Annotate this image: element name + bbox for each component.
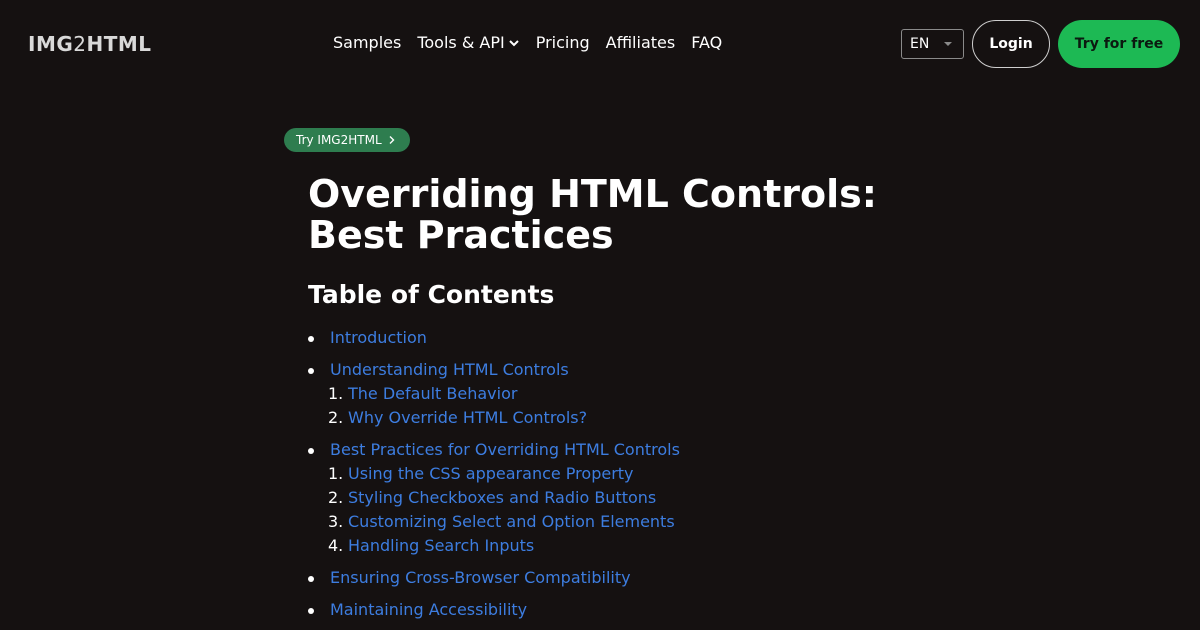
- toc-subitem: 2. Why Override HTML Controls?: [328, 406, 908, 430]
- toc-link-cross-browser[interactable]: Ensuring Cross-Browser Compatibility: [330, 568, 631, 587]
- toc-heading: Table of Contents: [308, 280, 555, 309]
- try-img2html-badge[interactable]: Try IMG2HTML: [284, 128, 410, 152]
- toc-link-css-appearance[interactable]: Using the CSS appearance Property: [348, 464, 634, 483]
- chevron-down-icon: [508, 39, 519, 46]
- toc-sublist: 1. Using the CSS appearance Property 2. St…: [328, 462, 908, 558]
- toc-subitem-number: 1.: [328, 464, 344, 483]
- toc-subitem: 1. The Default Behavior: [328, 382, 908, 406]
- nav-tools-api[interactable]: Tools & API: [417, 33, 519, 52]
- toc-link-checkboxes-radios[interactable]: Styling Checkboxes and Radio Buttons: [348, 488, 656, 507]
- login-button[interactable]: Login: [972, 20, 1050, 68]
- try-for-free-button[interactable]: Try for free: [1058, 20, 1180, 68]
- chevron-right-icon: [389, 136, 395, 144]
- page-title: Overriding HTML Controls: Best Practices: [308, 172, 877, 257]
- toc-link-accessibility[interactable]: Maintaining Accessibility: [330, 600, 527, 619]
- toc-link-default-behavior[interactable]: The Default Behavior: [348, 384, 517, 403]
- table-of-contents: Introduction Understanding HTML Controls…: [308, 326, 908, 630]
- toc-subitem-number: 2.: [328, 488, 344, 507]
- language-select[interactable]: EN: [901, 29, 964, 59]
- toc-subitem: 4. Handling Search Inputs: [328, 534, 908, 558]
- toc-link-search-inputs[interactable]: Handling Search Inputs: [348, 536, 534, 555]
- toc-subitem-number: 2.: [328, 408, 344, 427]
- nav-affiliates[interactable]: Affiliates: [606, 33, 676, 52]
- toc-link-select-option[interactable]: Customizing Select and Option Elements: [348, 512, 675, 531]
- main-nav: Samples Tools & API Pricing Affiliates F…: [333, 33, 722, 52]
- badge-label: Try IMG2HTML: [296, 133, 382, 147]
- nav-pricing[interactable]: Pricing: [536, 33, 590, 52]
- toc-item: Understanding HTML Controls 1. The Defaul…: [308, 358, 908, 430]
- toc-sublist: 1. The Default Behavior 2. Why Override HT…: [328, 382, 908, 430]
- toc-item: Maintaining Accessibility: [308, 598, 908, 622]
- toc-subitem: 3. Customizing Select and Option Elements: [328, 510, 908, 534]
- toc-link-introduction[interactable]: Introduction: [330, 328, 427, 347]
- site-header: IMG2HTML Samples Tools & API Pricing Aff…: [0, 0, 1200, 88]
- nav-faq[interactable]: FAQ: [691, 33, 722, 52]
- logo-suffix: HTML: [86, 32, 152, 56]
- toc-item: Ensuring Cross-Browser Compatibility: [308, 566, 908, 590]
- toc-link-why-override[interactable]: Why Override HTML Controls?: [348, 408, 587, 427]
- toc-item: Best Practices for Overriding HTML Contr…: [308, 438, 908, 558]
- toc-subitem-number: 3.: [328, 512, 344, 531]
- logo-prefix: IMG: [28, 32, 74, 56]
- toc-item: Introduction: [308, 326, 908, 350]
- logo-two: 2: [73, 32, 87, 56]
- caret-down-icon: [944, 42, 952, 46]
- nav-tools-api-label: Tools & API: [417, 33, 505, 52]
- toc-subitem-number: 4.: [328, 536, 344, 555]
- toc-subitem: 2. Styling Checkboxes and Radio Buttons: [328, 486, 908, 510]
- nav-samples[interactable]: Samples: [333, 33, 401, 52]
- toc-link-understanding-html-controls[interactable]: Understanding HTML Controls: [330, 360, 569, 379]
- logo[interactable]: IMG2HTML: [28, 32, 152, 56]
- toc-subitem: 1. Using the CSS appearance Property: [328, 462, 908, 486]
- toc-subitem-number: 1.: [328, 384, 344, 403]
- language-value: EN: [910, 36, 930, 52]
- toc-link-best-practices[interactable]: Best Practices for Overriding HTML Contr…: [330, 440, 680, 459]
